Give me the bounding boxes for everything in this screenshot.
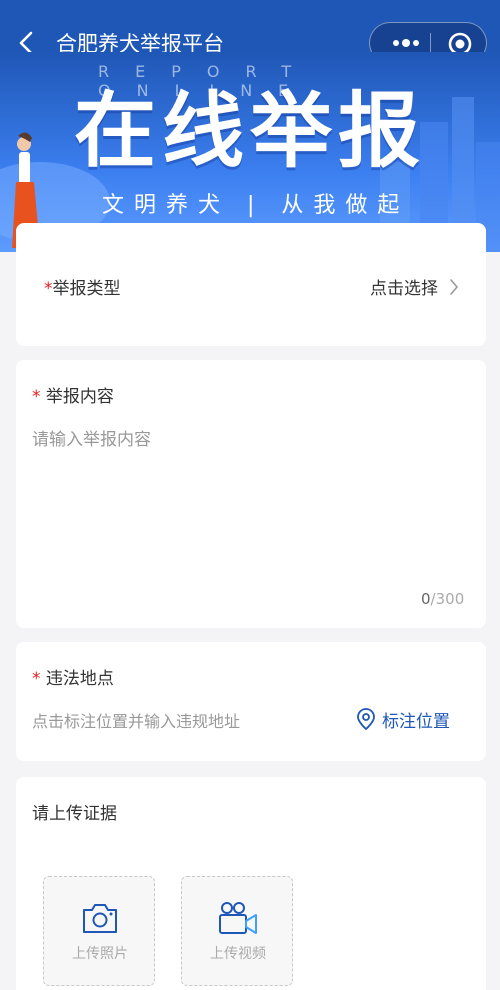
report-content-label-text: 举报内容 — [45, 387, 114, 407]
upload-photo-label: 上传照片 — [72, 946, 128, 962]
chevron-right-icon — [450, 279, 458, 295]
address-input[interactable]: 点击标注位置并输入违规地址 — [32, 708, 240, 732]
upload-photo-button[interactable]: 上传照片 — [43, 876, 155, 986]
video-camera-icon — [219, 902, 257, 934]
location-card: * 违法地点 — [16, 642, 486, 761]
more-dots-icon[interactable] — [390, 33, 422, 53]
location-label-text: 违法地点 — [45, 669, 114, 689]
required-mark: * — [44, 279, 53, 299]
report-content-textarea[interactable]: 请输入举报内容 — [32, 425, 472, 450]
report-content-label: * 举报内容 — [32, 382, 114, 407]
char-counter: 0/300 — [421, 590, 464, 608]
required-mark: * — [32, 669, 41, 689]
report-type-card[interactable]: *举报类型 点击选择 — [16, 223, 486, 346]
banner-headline: 在线举报 — [74, 84, 427, 179]
camera-icon — [83, 904, 117, 933]
upload-video-label: 上传视频 — [210, 946, 266, 962]
report-content-card: * 举报内容 — [16, 360, 486, 628]
mark-location-label: 标注位置 — [382, 712, 450, 732]
evidence-label: 请上传证据 — [32, 804, 117, 824]
location-pin-icon — [357, 708, 375, 731]
report-type-label: *举报类型 — [44, 274, 121, 299]
char-count: 0 — [421, 590, 431, 608]
report-type-label-text: 举报类型 — [52, 279, 121, 299]
required-mark: * — [32, 387, 41, 407]
report-type-select[interactable]: 点击选择 — [370, 274, 438, 299]
char-max: /300 — [430, 590, 465, 608]
upload-video-button[interactable]: 上传视频 — [181, 876, 293, 986]
location-label: * 违法地点 — [32, 664, 114, 689]
banner-slogan: 文明养犬 | 从我做起 — [102, 193, 410, 218]
report-banner: REPORT ONLINE 在线举报 文明养犬 | 从我做起 — [0, 52, 500, 252]
